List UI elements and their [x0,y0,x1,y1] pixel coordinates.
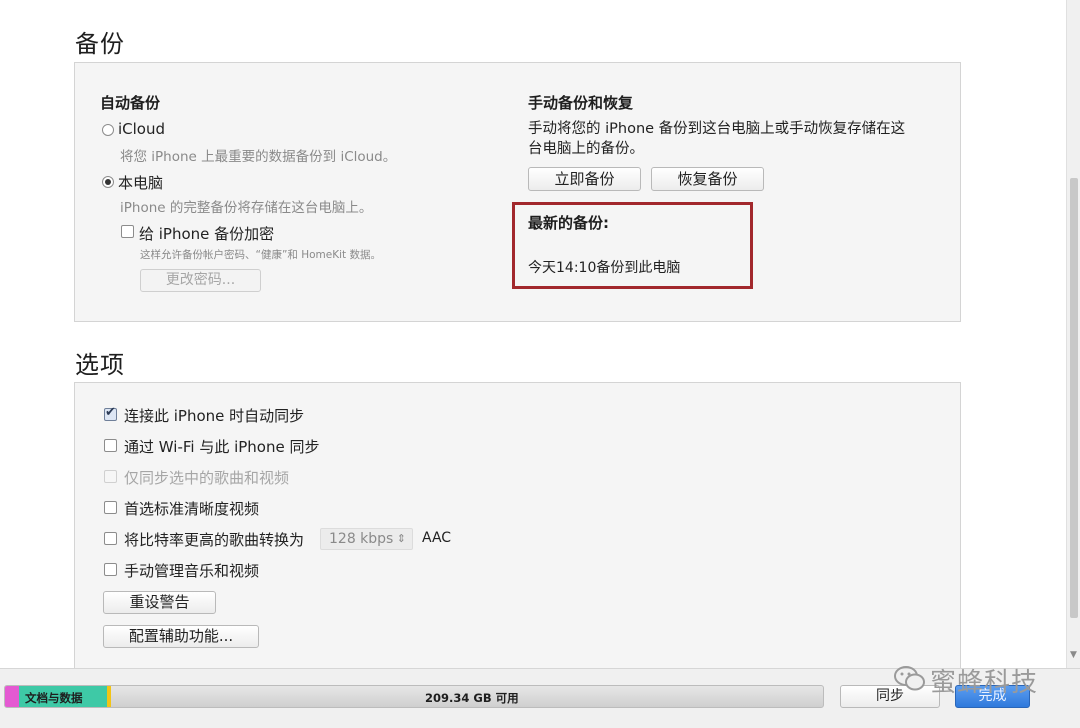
this-computer-description: iPhone 的完整备份将存储在这台电脑上。 [120,200,373,216]
sync-checked-only-checkbox[interactable] [104,470,117,483]
encrypt-backup-description: 这样允许备份帐户密码、“健康”和 HomeKit 数据。 [140,249,381,261]
auto-backup-heading: 自动备份 [100,94,161,112]
manual-backup-description-line2: 台电脑上的备份。 [528,141,644,157]
convert-bitrate-label[interactable]: 将比特率更高的歌曲转换为 [124,529,304,550]
storage-free-label: 209.34 GB 可用 [425,691,519,705]
reset-warnings-button[interactable]: 重设警告 [103,591,216,614]
manual-manage-label[interactable]: 手动管理音乐和视频 [124,560,259,581]
wifi-sync-label[interactable]: 通过 Wi-Fi 与此 iPhone 同步 [124,436,320,457]
this-computer-label[interactable]: 本电脑 [118,172,163,193]
watermark-text: 蜜蜂科技 [930,668,1039,698]
icloud-radio[interactable] [102,124,114,136]
backup-section-title: 备份 [75,30,125,58]
storage-category-label: 文档与数据 [25,691,83,705]
backup-now-button[interactable]: 立即备份 [528,167,641,191]
bitrate-select[interactable]: 128 kbps ⇕ [320,528,413,550]
wifi-sync-checkbox[interactable] [104,439,117,452]
wechat-logo-icon [893,664,927,694]
sync-checked-only-label: 仅同步选中的歌曲和视频 [124,469,290,487]
updown-chevron-icon: ⇕ [396,532,406,545]
icloud-description: 将您 iPhone 上最重要的数据备份到 iCloud。 [120,149,397,165]
bitrate-value: 128 kbps [329,531,394,547]
storage-segment-pink [5,686,19,707]
this-computer-radio[interactable] [102,176,114,188]
encrypt-backup-checkbox[interactable] [121,225,134,238]
options-section-title: 选项 [75,351,125,379]
manual-backup-heading: 手动备份和恢复 [528,94,634,112]
bitrate-format-label: AAC [422,530,452,546]
convert-bitrate-checkbox[interactable] [104,532,117,545]
icloud-label[interactable]: iCloud [118,120,165,138]
storage-bar: 文档与数据 209.34 GB 可用 [4,685,824,708]
latest-backup-value: 今天14:10备份到此电脑 [528,260,681,276]
configure-accessibility-button[interactable]: 配置辅助功能... [103,625,259,648]
manual-manage-checkbox[interactable] [104,563,117,576]
manual-backup-description-line1: 手动将您的 iPhone 备份到这台电脑上或手动恢复存储在这 [528,121,906,137]
auto-sync-checkbox[interactable] [104,405,117,421]
auto-sync-label[interactable]: 连接此 iPhone 时自动同步 [124,405,304,426]
storage-segment-yellow [107,686,111,707]
scroll-down-arrow-icon[interactable]: ▼ [1070,650,1077,660]
change-password-button[interactable]: 更改密码... [140,269,261,292]
restore-backup-button[interactable]: 恢复备份 [651,167,764,191]
latest-backup-heading: 最新的备份: [528,214,609,232]
vertical-scrollbar[interactable]: ▼ [1066,0,1080,668]
prefer-sd-video-label[interactable]: 首选标准清晰度视频 [124,498,259,519]
encrypt-backup-label[interactable]: 给 iPhone 备份加密 [139,223,274,244]
prefer-sd-video-checkbox[interactable] [104,501,117,514]
scrollbar-thumb[interactable] [1070,178,1078,618]
